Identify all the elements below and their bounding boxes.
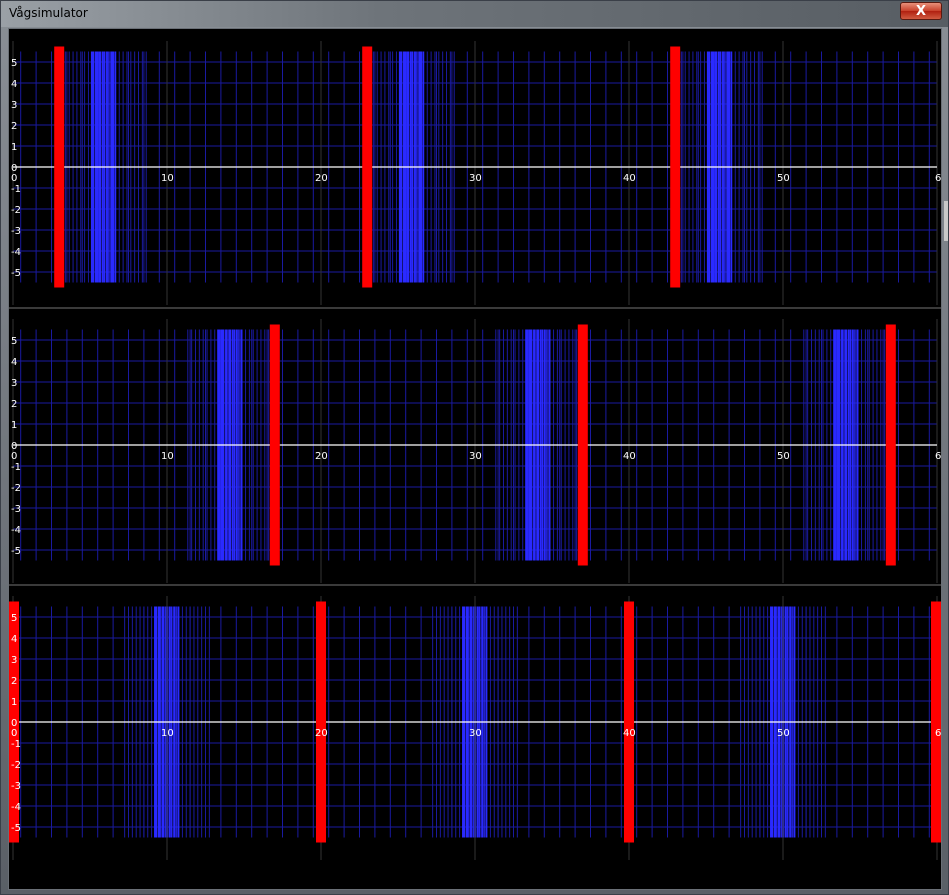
y-tick-label: 4 (11, 634, 17, 645)
y-tick-label: -5 (11, 268, 21, 279)
x-tick-label: 50 (777, 451, 790, 462)
x-tick-label: 0 (11, 451, 17, 462)
y-tick-label: -4 (11, 525, 21, 536)
wave-chart-2: -5-4-3-2-10123450102030405060 (9, 309, 941, 583)
x-tick-label: 60 (935, 451, 941, 462)
y-tick-label: -1 (11, 739, 21, 750)
x-tick-label: 20 (315, 173, 328, 184)
x-tick-label: 20 (315, 728, 328, 739)
y-tick-label: -2 (11, 205, 21, 216)
y-tick-label: -3 (11, 504, 21, 515)
x-tick-label: 20 (315, 451, 328, 462)
x-tick-label: 40 (623, 728, 636, 739)
y-tick-label: -1 (11, 184, 21, 195)
x-tick-label: 60 (935, 173, 941, 184)
wave-marker (624, 601, 634, 843)
x-tick-label: 30 (469, 173, 482, 184)
y-tick-label: -1 (11, 462, 21, 473)
y-tick-label: -3 (11, 781, 21, 792)
window-title: Vågsimulator (9, 6, 88, 20)
client-area: -5-4-3-2-10123450102030405060 -5-4-3-2-1… (8, 28, 942, 890)
chart-svg: -5-4-3-2-10123450102030405060 (9, 596, 941, 860)
wave-marker (670, 46, 681, 288)
wave-marker (362, 46, 373, 288)
x-tick-label: 30 (469, 451, 482, 462)
y-tick-label: 1 (11, 420, 17, 431)
y-tick-label: 3 (11, 655, 17, 666)
x-tick-label: 50 (777, 728, 790, 739)
wave-chart-3: -5-4-3-2-10123450102030405060 (9, 586, 941, 860)
x-tick-label: 40 (623, 173, 636, 184)
y-tick-label: -2 (11, 760, 21, 771)
wave-chart-1: -5-4-3-2-10123450102030405060 (9, 31, 941, 305)
x-tick-label: 30 (469, 728, 482, 739)
y-tick-label: 1 (11, 142, 17, 153)
y-tick-label: 5 (11, 58, 17, 69)
y-tick-label: 2 (11, 121, 17, 132)
chart-svg: -5-4-3-2-10123450102030405060 (11, 41, 941, 305)
y-tick-label: 4 (11, 79, 17, 90)
x-tick-label: 10 (161, 173, 174, 184)
x-tick-label: 40 (623, 451, 636, 462)
y-tick-label: 2 (11, 399, 17, 410)
y-tick-label: 3 (11, 100, 17, 111)
wave-marker (316, 601, 326, 843)
y-tick-label: 4 (11, 357, 17, 368)
chart-svg: -5-4-3-2-10123450102030405060 (11, 319, 941, 583)
x-tick-label: 0 (11, 728, 17, 739)
y-tick-label: -4 (11, 802, 21, 813)
y-tick-label: -2 (11, 483, 21, 494)
y-tick-label: -3 (11, 226, 21, 237)
x-tick-label: 10 (161, 451, 174, 462)
y-tick-label: 1 (11, 697, 17, 708)
y-tick-label: 5 (11, 613, 17, 624)
wave-marker (54, 46, 65, 288)
y-tick-label: 3 (11, 378, 17, 389)
window-resize-edge[interactable] (944, 201, 948, 241)
x-tick-label: 60 (935, 728, 941, 739)
y-tick-label: 2 (11, 676, 17, 687)
wave-marker (885, 324, 896, 566)
x-tick-label: 0 (11, 173, 17, 184)
app-window: Vågsimulator X -5 -4 -3 -2 -1 0 1 2 3 4 5 0 10 20 30 40… (0, 0, 949, 895)
wave-marker (577, 324, 588, 566)
x-tick-label: 10 (161, 728, 174, 739)
y-tick-label: -5 (11, 546, 21, 557)
y-tick-label: -4 (11, 247, 21, 258)
title-bar[interactable]: Vågsimulator X (1, 1, 948, 27)
y-tick-label: -5 (11, 823, 21, 834)
wave-marker (269, 324, 280, 566)
y-tick-label: 5 (11, 336, 17, 347)
close-button[interactable]: X (900, 2, 942, 20)
wave-marker (931, 601, 941, 843)
x-tick-label: 50 (777, 173, 790, 184)
